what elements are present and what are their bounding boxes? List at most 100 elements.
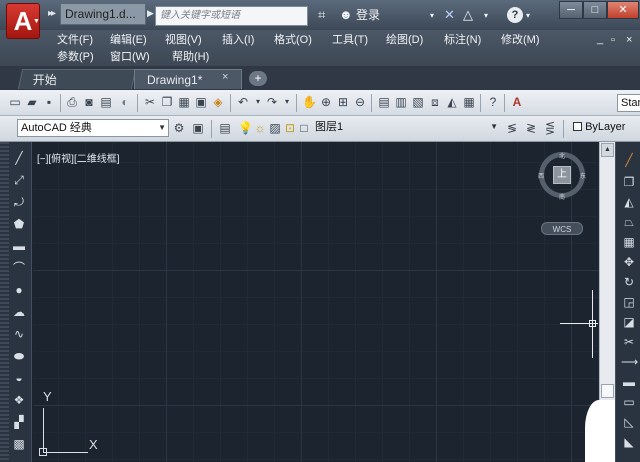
- line-icon[interactable]: ╱: [11, 150, 27, 166]
- compass-east[interactable]: 东: [580, 171, 586, 180]
- break-icon[interactable]: ▬: [621, 374, 637, 390]
- layer-previous-icon[interactable]: ≷: [524, 121, 538, 135]
- help-icon[interactable]: ?: [486, 95, 500, 109]
- workspace-lock-icon[interactable]: ▣: [191, 121, 205, 135]
- layer-match-icon[interactable]: ⋚: [543, 121, 557, 135]
- zoom-realtime-icon[interactable]: ⊕: [319, 95, 333, 109]
- scrollbar-thumb[interactable]: [601, 384, 614, 398]
- plot-preview-icon[interactable]: ◙: [82, 95, 96, 109]
- help-dropdown-icon[interactable]: ▾: [526, 8, 530, 24]
- user-icon[interactable]: ☻: [339, 7, 353, 23]
- chamfer-icon[interactable]: ◺: [621, 414, 637, 430]
- open-icon[interactable]: ▰: [25, 95, 39, 109]
- save-icon[interactable]: ▪: [42, 95, 56, 109]
- menu-draw[interactable]: 绘图(D): [386, 33, 423, 47]
- fillet-icon[interactable]: ◣: [621, 434, 637, 450]
- polyline-icon[interactable]: ⤾: [11, 194, 27, 210]
- viewcube-top-face[interactable]: 上: [553, 166, 571, 184]
- erase-icon[interactable]: ╱: [621, 152, 637, 168]
- menu-help[interactable]: 帮助(H): [172, 50, 209, 64]
- polygon-icon[interactable]: ⬟: [11, 216, 27, 232]
- menu-parametric[interactable]: 参数(P): [57, 50, 94, 64]
- design-center-icon[interactable]: ▥: [394, 95, 408, 109]
- make-block-icon[interactable]: ▞: [11, 414, 27, 430]
- trim-icon[interactable]: ✂: [621, 334, 637, 350]
- pan-icon[interactable]: ✋: [302, 95, 317, 109]
- copy-clipboard-icon[interactable]: ❐: [160, 95, 174, 109]
- scale-icon[interactable]: ◲: [621, 294, 637, 310]
- login-dropdown-icon[interactable]: ▾: [430, 8, 434, 24]
- rectangle-icon[interactable]: ▬: [11, 238, 27, 254]
- paste-icon[interactable]: ▦: [177, 95, 191, 109]
- workspace-settings-icon[interactable]: ⚙: [172, 121, 186, 135]
- move-icon[interactable]: ✥: [621, 254, 637, 270]
- new-icon[interactable]: ▭: [8, 95, 22, 109]
- login-button[interactable]: 登录: [356, 7, 380, 23]
- text-style-icon[interactable]: A: [510, 95, 524, 109]
- minimize-button[interactable]: ─: [559, 1, 583, 19]
- match-properties-icon[interactable]: ▣: [194, 95, 208, 109]
- block-editor-icon[interactable]: ◈: [211, 95, 225, 109]
- doc-minimize-button[interactable]: _: [597, 32, 603, 46]
- autodesk-a360-icon[interactable]: △: [463, 7, 473, 23]
- viewport-controls-label[interactable]: [−][俯视][二维线框]: [37, 150, 120, 165]
- layer-color-swatch[interactable]: □: [297, 121, 311, 135]
- viewcube[interactable]: 上 北 东 南 西: [538, 151, 586, 201]
- copy-icon[interactable]: ❐: [621, 174, 637, 190]
- publish-icon[interactable]: ▤: [99, 95, 113, 109]
- quick-access-expand-icon[interactable]: ▸▸: [48, 8, 56, 19]
- join-icon[interactable]: ▭: [621, 394, 637, 410]
- quickcalc-icon[interactable]: ▦: [462, 95, 476, 109]
- dropdown-icon[interactable]: ▾: [484, 8, 488, 24]
- layer-properties-icon[interactable]: ▤: [218, 121, 232, 135]
- chevron-down-icon[interactable]: ▼: [33, 18, 41, 26]
- hatch-icon[interactable]: ▩: [11, 436, 27, 452]
- toolbar-grip[interactable]: [0, 142, 9, 462]
- insert-block-icon[interactable]: ❖: [11, 392, 27, 408]
- mirror-icon[interactable]: ◭: [621, 194, 637, 210]
- menu-insert[interactable]: 插入(I): [222, 33, 254, 47]
- drawing-canvas[interactable]: [−][俯视][二维线框] 上 北 东 南 西 WCS Y X: [33, 142, 599, 462]
- layer-viewport-icon[interactable]: ▨: [268, 121, 282, 135]
- menu-dimension[interactable]: 标注(N): [444, 33, 481, 47]
- doc-restore-button[interactable]: ▫: [611, 33, 615, 47]
- zoom-window-icon[interactable]: ⊞: [336, 95, 350, 109]
- construction-line-icon[interactable]: ⤢: [11, 172, 27, 188]
- maximize-button[interactable]: □: [583, 1, 607, 19]
- arc-icon[interactable]: ⌒: [11, 260, 27, 276]
- compass-north[interactable]: 北: [559, 151, 565, 160]
- text-style-combo[interactable]: Stan: [617, 94, 640, 112]
- tab-close-icon[interactable]: ×: [222, 71, 228, 83]
- exchange-icon[interactable]: ✕: [444, 7, 455, 23]
- layer-freeze-icon[interactable]: ☼: [253, 121, 267, 135]
- new-tab-button[interactable]: +: [249, 71, 267, 86]
- cut-icon[interactable]: ✂: [143, 95, 157, 109]
- rotate-icon[interactable]: ↻: [621, 274, 637, 290]
- zoom-previous-icon[interactable]: ⊖: [353, 95, 367, 109]
- menu-file[interactable]: 文件(F): [57, 33, 93, 47]
- help-button[interactable]: ?: [507, 7, 523, 23]
- wcs-menu-button[interactable]: WCS: [541, 222, 583, 235]
- layer-on-icon[interactable]: 💡: [238, 121, 253, 135]
- menu-edit[interactable]: 编辑(E): [110, 33, 147, 47]
- array-icon[interactable]: ▦: [621, 234, 637, 250]
- offset-icon[interactable]: ⏢: [621, 214, 637, 230]
- layer-lock-icon[interactable]: ⊡: [283, 121, 297, 135]
- compass-west[interactable]: 西: [538, 171, 544, 180]
- undo-dropdown-icon[interactable]: ▾: [251, 95, 265, 109]
- 3d-dwf-icon[interactable]: ◐: [118, 95, 132, 109]
- workspace-select[interactable]: AutoCAD 经典 ▼: [17, 119, 169, 137]
- spline-icon[interactable]: ∿: [11, 326, 27, 342]
- menu-modify[interactable]: 修改(M): [501, 33, 540, 47]
- ellipse-arc-icon[interactable]: ◒: [11, 370, 27, 386]
- title-arrow-icon[interactable]: ▶: [147, 8, 154, 19]
- print-icon[interactable]: ⎙: [65, 95, 79, 109]
- menu-window[interactable]: 窗口(W): [110, 50, 150, 64]
- tab-start[interactable]: 开始: [17, 69, 137, 89]
- stretch-icon[interactable]: ◪: [621, 314, 637, 330]
- undo-icon[interactable]: ↶: [236, 95, 250, 109]
- tool-palettes-icon[interactable]: ▧: [411, 95, 425, 109]
- ellipse-icon[interactable]: ⬬: [11, 348, 27, 364]
- binoculars-icon[interactable]: ⌗: [318, 7, 325, 23]
- redo-dropdown-icon[interactable]: ▾: [280, 95, 294, 109]
